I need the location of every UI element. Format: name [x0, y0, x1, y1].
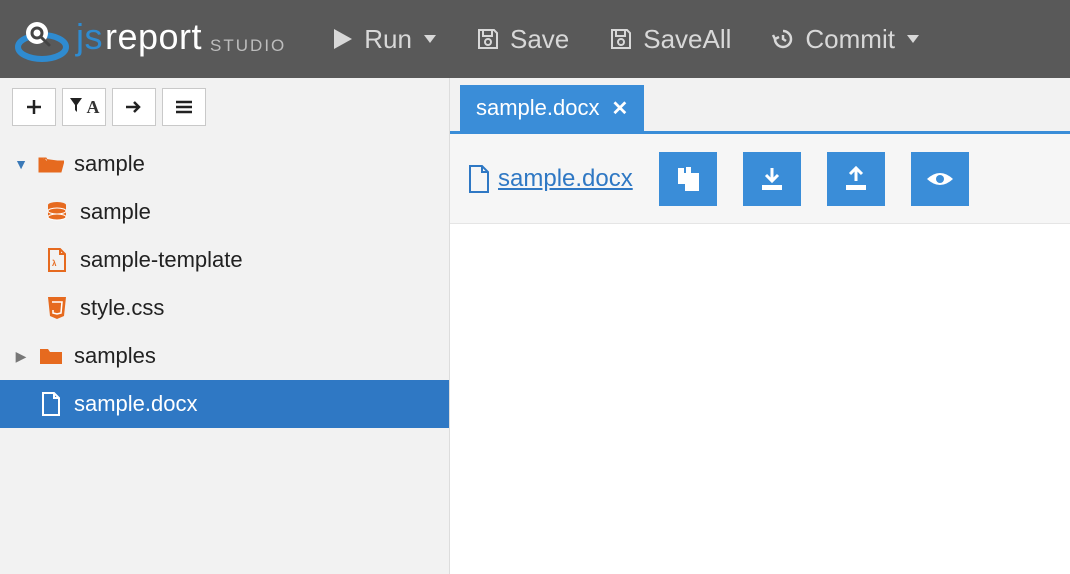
tree-item-label: sample-template	[80, 247, 243, 273]
menu-button[interactable]	[162, 88, 206, 126]
run-label: Run	[364, 24, 412, 55]
pdf-icon: λ	[44, 248, 70, 272]
commit-label: Commit	[805, 24, 895, 55]
play-icon	[332, 27, 354, 51]
chevron-right-icon: ▶	[14, 348, 28, 365]
sidebar-toolbar: A	[0, 88, 449, 140]
logo-icon	[12, 16, 72, 62]
close-icon[interactable]: ✕	[612, 96, 629, 121]
tab-sample-docx[interactable]: sample.docx ✕	[460, 85, 644, 131]
goto-button[interactable]	[112, 88, 156, 126]
tree-item-sample-docx[interactable]: ▶ sample.docx	[0, 380, 449, 428]
tab-strip: sample.docx ✕	[450, 78, 1070, 134]
plus-icon	[26, 99, 42, 115]
saveall-label: SaveAll	[643, 24, 731, 55]
preview-button[interactable]	[911, 152, 969, 206]
run-button[interactable]: Run	[326, 16, 442, 63]
download-icon	[759, 166, 785, 192]
commit-button[interactable]: Commit	[765, 16, 925, 63]
file-icon	[38, 392, 64, 416]
document-filename[interactable]: sample.docx	[498, 165, 633, 193]
document-link[interactable]: sample.docx	[468, 165, 633, 193]
tree-item-style-css[interactable]: style.css	[0, 284, 449, 332]
document-body	[450, 224, 1070, 574]
folder-open-icon	[38, 154, 64, 174]
logo[interactable]: jsreport STUDIO	[8, 16, 286, 62]
caret-down-icon	[424, 35, 436, 43]
tree-folder-samples[interactable]: ▶ samples	[0, 332, 449, 380]
save-label: Save	[510, 24, 569, 55]
logo-text-js: js	[76, 16, 103, 58]
filter-button[interactable]: A	[62, 88, 106, 126]
document-toolbar: sample.docx	[450, 134, 1070, 224]
logo-text-studio: STUDIO	[210, 36, 286, 56]
file-icon	[468, 165, 490, 193]
copy-button[interactable]	[659, 152, 717, 206]
tree-item-label: sample.docx	[74, 391, 198, 417]
add-button[interactable]	[12, 88, 56, 126]
tree-item-label: style.css	[80, 295, 164, 321]
tree-folder-sample[interactable]: ▼ sample	[0, 140, 449, 188]
tree-item-sample-data[interactable]: sample	[0, 188, 449, 236]
caret-down-icon	[907, 35, 919, 43]
filter-icon: A	[69, 97, 100, 118]
tab-label: sample.docx	[476, 95, 600, 121]
content-area: sample.docx ✕ sample.docx	[450, 78, 1070, 574]
eye-icon	[925, 169, 955, 189]
download-button[interactable]	[743, 152, 801, 206]
file-tree: ▼ sample sample λ sample-template	[0, 140, 449, 428]
css-icon	[44, 296, 70, 320]
svg-text:λ: λ	[52, 259, 57, 268]
tree-item-label: sample	[74, 151, 145, 177]
tree-item-sample-template[interactable]: λ sample-template	[0, 236, 449, 284]
top-toolbar: jsreport STUDIO Run Save SaveAll Commit	[0, 0, 1070, 78]
save-button[interactable]: Save	[470, 16, 575, 63]
arrow-right-icon	[125, 100, 143, 114]
sidebar: A ▼ sample	[0, 78, 450, 574]
chevron-down-icon: ▼	[14, 156, 28, 172]
database-icon	[44, 201, 70, 223]
save-icon	[476, 27, 500, 51]
upload-icon	[843, 166, 869, 192]
tree-item-label: sample	[80, 199, 151, 225]
tree-item-label: samples	[74, 343, 156, 369]
history-icon	[771, 27, 795, 51]
saveall-button[interactable]: SaveAll	[603, 16, 737, 63]
copy-icon	[675, 165, 701, 193]
save-icon	[609, 27, 633, 51]
hamburger-icon	[175, 100, 193, 114]
folder-icon	[38, 346, 64, 366]
logo-text-report: report	[105, 16, 202, 58]
upload-button[interactable]	[827, 152, 885, 206]
